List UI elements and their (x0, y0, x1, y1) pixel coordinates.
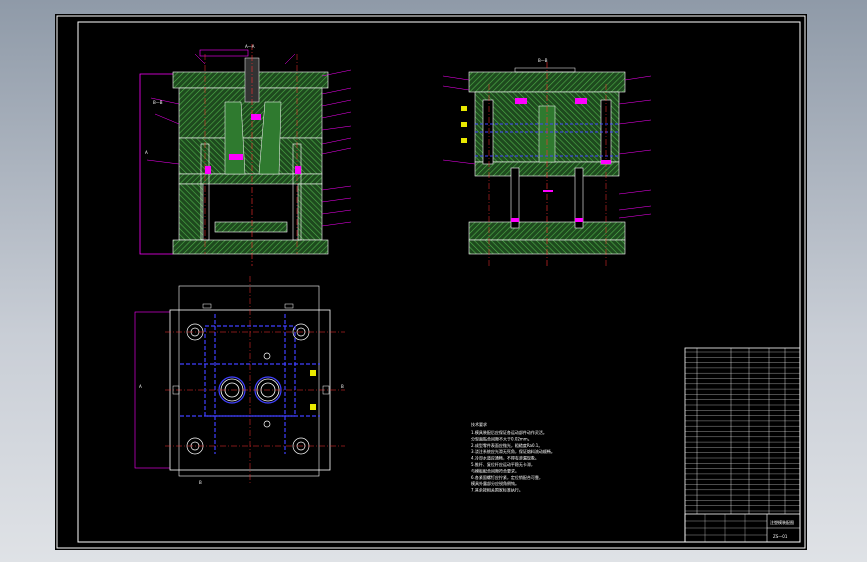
notes-line: 分型面贴合间隙不大于0.02mm。 (471, 435, 532, 441)
plan-view: A B B (134, 276, 345, 485)
technical-notes: 技术要求 1.模具装配后应保证各运动部件动作灵活。 分型面贴合间隙不大于0.02… (471, 421, 555, 493)
section-label-left-side: B—B (153, 100, 163, 105)
title-block-drawing-no: ZS—01 (773, 534, 788, 539)
cad-drawing: A—A B—B A B—B A B B 技术要求 1.模具装配后应保证各运动部件… (56, 15, 806, 549)
notes-line: 3.浇注系统应光滑无死角，保证熔料流动顺畅。 (471, 448, 555, 454)
notes-line: 1.模具装配后应保证各运动部件动作灵活。 (471, 429, 547, 435)
title-block-title: 注塑模装配图 (770, 519, 794, 525)
plan-label-bottom: B (199, 480, 202, 485)
arrow-label-a: A (145, 150, 148, 155)
notes-line: 4.冷却水道应通畅，不得有渗漏现象。 (471, 455, 539, 461)
notes-title: 技术要求 (471, 421, 487, 427)
right-section-view: B—B (442, 58, 652, 266)
title-block: 注塑模装配图 ZS—01 (684, 513, 801, 543)
plan-label-left: A (139, 384, 142, 389)
notes-line: 模具外露部分应锐角倒钝。 (471, 480, 519, 486)
notes-line: 5.推杆、复位杆应运动平稳无卡滞， (471, 461, 535, 467)
plan-label-right: B (341, 384, 344, 389)
notes-line: 6.各紧固螺钉应拧紧，定位销配合可靠， (471, 474, 543, 480)
drawing-canvas: A—A B—B A B—B A B B 技术要求 1.模具装配后应保证各运动部件… (55, 14, 807, 550)
notes-line: 2.成型零件表面应抛光，粗糙度Ra0.1。 (471, 442, 542, 448)
section-label-right: B—B (538, 58, 548, 63)
notes-line: 7.其余按相关国家标准执行。 (471, 487, 523, 493)
notes-line: 与模板配合间隙符合要求。 (471, 467, 519, 473)
section-label-left-top: A—A (245, 44, 255, 49)
left-section-view: A—A B—B A (139, 44, 352, 266)
bom-table (684, 347, 801, 543)
